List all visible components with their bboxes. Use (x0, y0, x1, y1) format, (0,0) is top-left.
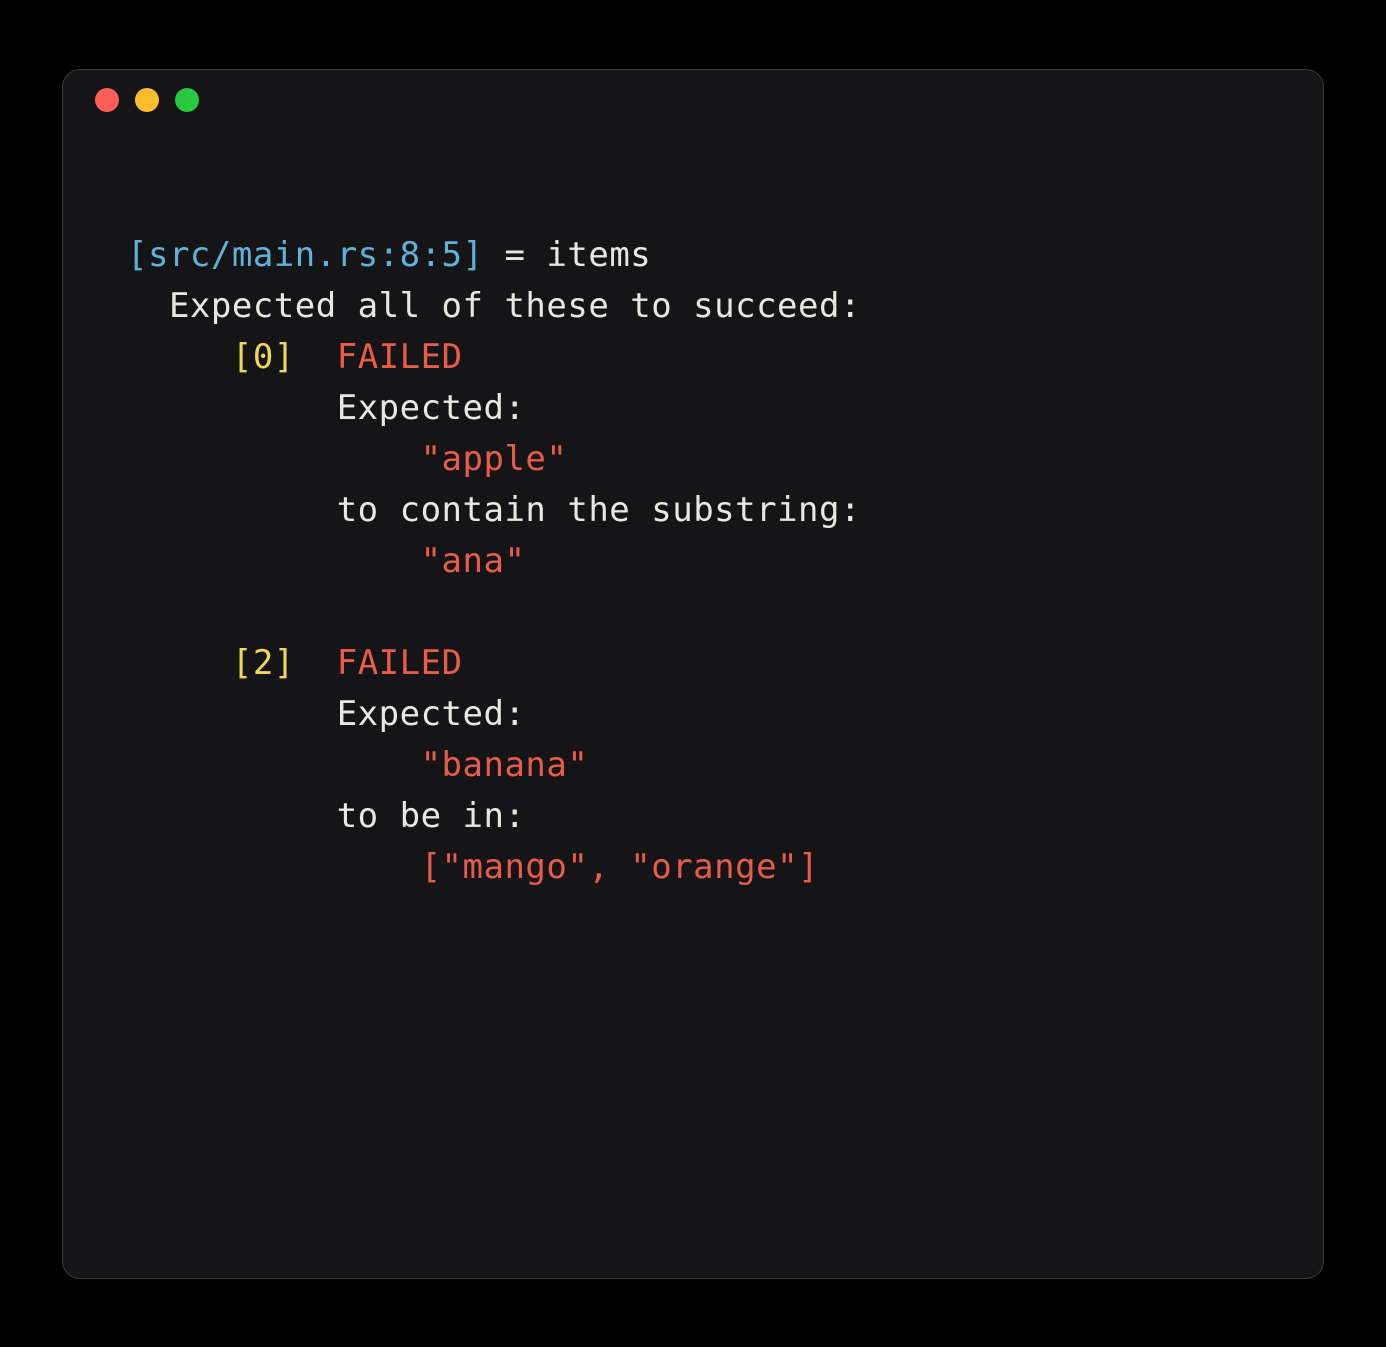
failure-index-line: [2] FAILED (127, 638, 1259, 689)
terminal-window: [src/main.rs:8:5] = items Expected all o… (62, 69, 1324, 1279)
expected-label-line: Expected: (127, 689, 1259, 740)
expected-value-line: ["mango", "orange"] (127, 842, 1259, 893)
blank-line (127, 587, 1259, 638)
predicate-text: to be in: (337, 796, 526, 836)
maximize-icon[interactable] (175, 88, 199, 112)
expected-label-line: Expected: (127, 383, 1259, 434)
predicate-text: to contain the substring: (337, 490, 861, 530)
failure-index-line: [0] FAILED (127, 332, 1259, 383)
header-line: Expected all of these to succeed: (127, 281, 1259, 332)
failure-index: [2] (232, 643, 295, 683)
source-line: [src/main.rs:8:5] = items (127, 230, 1259, 281)
expected-value-line: "ana" (127, 536, 1259, 587)
expected-label: Expected: (337, 694, 526, 734)
failure-index: [0] (232, 337, 295, 377)
expected-label: Expected: (337, 388, 526, 428)
source-location: [src/main.rs:8:5] (127, 235, 484, 275)
predicate-line: to be in: (127, 791, 1259, 842)
failed-status: FAILED (337, 337, 463, 377)
failed-status: FAILED (337, 643, 463, 683)
expected-value: ["mango", "orange"] (421, 847, 819, 887)
actual-value: "banana" (421, 745, 589, 785)
actual-value-line: "banana" (127, 740, 1259, 791)
equals-items: = items (484, 235, 652, 275)
minimize-icon[interactable] (135, 88, 159, 112)
close-icon[interactable] (95, 88, 119, 112)
actual-value: "apple" (421, 439, 568, 479)
titlebar (63, 70, 1323, 130)
expected-value: "ana" (421, 541, 526, 581)
terminal-output: [src/main.rs:8:5] = items Expected all o… (63, 130, 1323, 957)
actual-value-line: "apple" (127, 434, 1259, 485)
predicate-line: to contain the substring: (127, 485, 1259, 536)
